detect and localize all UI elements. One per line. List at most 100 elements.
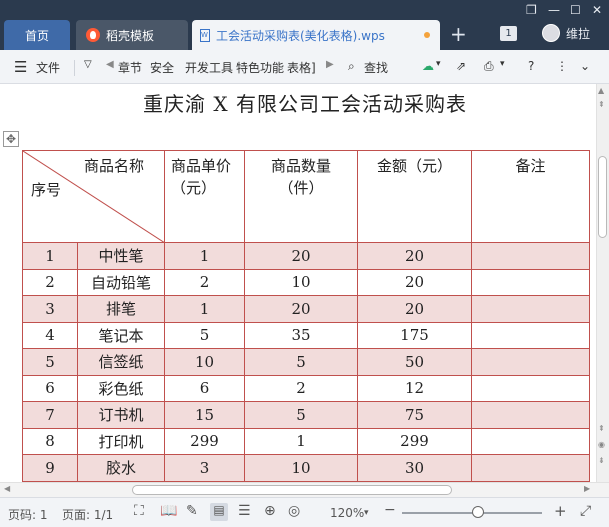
cell-amount[interactable]: 299 — [357, 427, 472, 455]
zoom-out-icon[interactable]: − — [384, 502, 396, 518]
cell-product-name[interactable]: 笔记本 — [77, 321, 165, 349]
cell-product-name[interactable]: 自动铅笔 — [77, 268, 165, 296]
cell-product-name[interactable]: 胶水 — [77, 454, 165, 482]
zoom-in-icon[interactable]: + — [554, 502, 567, 520]
cell-quantity[interactable]: 2 — [244, 374, 358, 402]
cell-amount[interactable]: 50 — [357, 348, 472, 376]
fit-page-icon[interactable]: ⤢ — [580, 503, 591, 519]
cell-amount[interactable]: 20 — [357, 295, 472, 323]
cell-amount[interactable]: 20 — [357, 242, 472, 270]
cell-quantity[interactable]: 20 — [244, 242, 358, 270]
cell-product-name[interactable]: 彩色纸 — [77, 374, 165, 402]
more-icon[interactable]: ⋮ — [556, 59, 568, 73]
page-count[interactable]: 页面: 1/1 — [62, 506, 113, 523]
zoom-dropdown-icon[interactable]: ▾ — [364, 508, 369, 518]
export-icon[interactable]: ⎙ — [484, 59, 494, 74]
horizontal-scroll-thumb[interactable] — [132, 485, 452, 495]
cell-quantity[interactable]: 1 — [244, 427, 358, 455]
cell-product-name[interactable]: 信签纸 — [77, 348, 165, 376]
menu-find[interactable]: 查找 — [364, 59, 388, 76]
tab-home[interactable]: 首页 — [4, 20, 70, 50]
cell-amount[interactable]: 20 — [357, 268, 472, 296]
cell-unit-price[interactable]: 6 — [164, 374, 245, 402]
maximize-button[interactable]: ☐ — [570, 3, 581, 17]
cloud-dropdown-icon[interactable]: ▾ — [436, 59, 441, 69]
cell-serial-no[interactable]: 7 — [22, 401, 78, 429]
cell-remark[interactable] — [471, 427, 590, 455]
cell-quantity[interactable]: 10 — [244, 268, 358, 296]
reading-mode-icon[interactable]: 📖 — [160, 503, 177, 519]
cell-quantity[interactable]: 20 — [244, 295, 358, 323]
minimize-button[interactable]: — — [548, 3, 560, 17]
cell-serial-no[interactable]: 6 — [22, 374, 78, 402]
cell-serial-no[interactable]: 5 — [22, 348, 78, 376]
tab-template[interactable]: 稻壳模板 — [76, 20, 188, 50]
header-amount[interactable]: 金额（元） — [357, 150, 472, 243]
cell-serial-no[interactable]: 2 — [22, 268, 78, 296]
cell-product-name[interactable]: 订书机 — [77, 401, 165, 429]
menu-special-features[interactable]: 特色功能 — [236, 59, 284, 76]
collapse-ribbon-icon[interactable]: ⌄ — [580, 59, 590, 73]
cell-remark[interactable] — [471, 348, 590, 376]
cell-unit-price[interactable]: 3 — [164, 454, 245, 482]
next-page-icon[interactable]: ⇟ — [598, 456, 605, 465]
cell-unit-price[interactable]: 10 — [164, 348, 245, 376]
cell-remark[interactable] — [471, 321, 590, 349]
scroll-right-icon[interactable]: ▶ — [326, 59, 334, 70]
cell-amount[interactable]: 12 — [357, 374, 472, 402]
cell-serial-no[interactable]: 4 — [22, 321, 78, 349]
cell-product-name[interactable]: 中性笔 — [77, 242, 165, 270]
web-view-icon[interactable]: ⊕ — [264, 503, 276, 519]
cell-remark[interactable] — [471, 401, 590, 429]
export-dropdown-icon[interactable]: ▾ — [500, 59, 505, 69]
fullscreen-icon[interactable]: ⛶ — [134, 503, 144, 519]
cell-product-name[interactable]: 打印机 — [77, 427, 165, 455]
cell-unit-price[interactable]: 299 — [164, 427, 245, 455]
cell-unit-price[interactable]: 2 — [164, 268, 245, 296]
cell-quantity[interactable]: 5 — [244, 348, 358, 376]
cell-serial-no[interactable]: 1 — [22, 242, 78, 270]
hamburger-menu-icon[interactable]: ☰ — [14, 58, 27, 76]
menu-file[interactable]: 文件 — [36, 59, 60, 76]
cell-remark[interactable] — [471, 454, 590, 482]
cell-remark[interactable] — [471, 374, 590, 402]
eye-protection-icon[interactable]: ◎ — [288, 503, 300, 519]
zoom-slider-handle[interactable] — [472, 506, 484, 518]
cell-amount[interactable]: 30 — [357, 454, 472, 482]
cell-serial-no[interactable]: 9 — [22, 454, 78, 482]
header-remark[interactable]: 备注 — [471, 150, 590, 243]
cell-product-name[interactable]: 排笔 — [77, 295, 165, 323]
cell-serial-no[interactable]: 8 — [22, 427, 78, 455]
user-name[interactable]: 维拉 — [566, 25, 590, 42]
cell-quantity[interactable]: 10 — [244, 454, 358, 482]
menu-table[interactable]: 表格] — [287, 59, 316, 76]
share-icon[interactable]: ⇗ — [456, 59, 466, 73]
header-unit-price[interactable]: 商品单价（元） — [164, 150, 245, 243]
cell-serial-no[interactable]: 3 — [22, 295, 78, 323]
cell-quantity[interactable]: 35 — [244, 321, 358, 349]
outline-view-icon[interactable]: ☰ — [238, 503, 251, 519]
window-icon[interactable]: ❐ — [526, 3, 537, 17]
previous-page-icon[interactable]: ⇞ — [598, 424, 605, 433]
cell-amount[interactable]: 175 — [357, 321, 472, 349]
vertical-scroll-thumb[interactable] — [598, 156, 607, 238]
cell-unit-price[interactable]: 5 — [164, 321, 245, 349]
close-window-button[interactable]: ✕ — [592, 3, 602, 17]
edit-pen-icon[interactable]: ✎ — [186, 503, 198, 519]
cell-unit-price[interactable]: 15 — [164, 401, 245, 429]
cell-unit-price[interactable]: 1 — [164, 295, 245, 323]
scroll-up-double-icon[interactable]: ⇞ — [598, 100, 605, 109]
table-move-handle-icon[interactable]: ✥ — [3, 131, 19, 147]
tab-document[interactable]: 工会活动采购表(美化表格).wps — [192, 20, 440, 50]
page-count-badge[interactable]: 1 — [500, 26, 517, 41]
zoom-level[interactable]: 120% — [330, 506, 364, 520]
new-tab-plus-icon[interactable]: + — [450, 22, 467, 46]
page-number[interactable]: 页码: 1 — [8, 506, 48, 523]
search-icon[interactable]: ⌕ — [348, 59, 355, 74]
cell-unit-price[interactable]: 1 — [164, 242, 245, 270]
menu-developer-tools[interactable]: 开发工具 — [185, 59, 233, 76]
cell-quantity[interactable]: 5 — [244, 401, 358, 429]
cloud-sync-icon[interactable]: ☁ — [422, 59, 434, 73]
cell-remark[interactable] — [471, 268, 590, 296]
scroll-up-icon[interactable]: ▲ — [598, 86, 604, 95]
